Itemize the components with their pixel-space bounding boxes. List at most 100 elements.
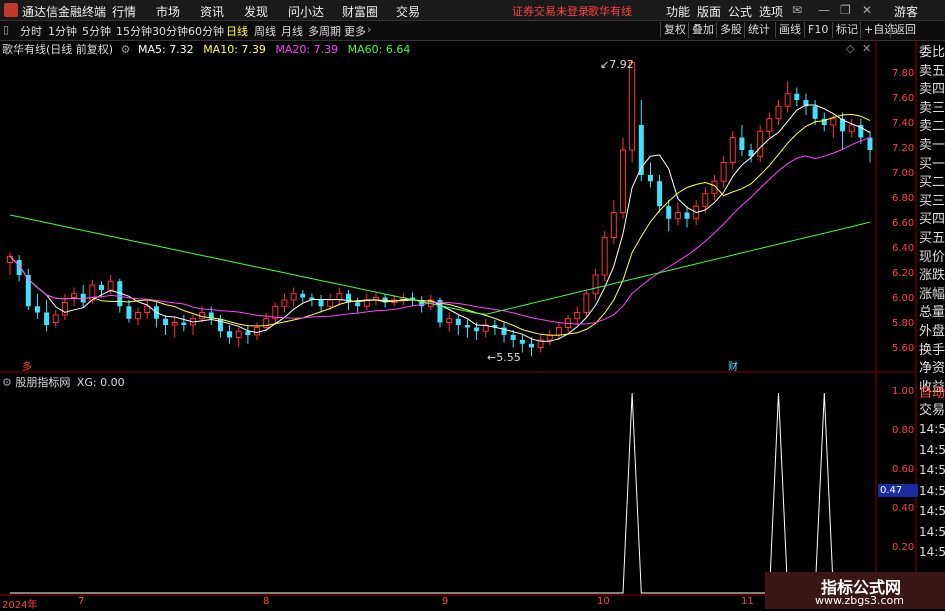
menu-news[interactable]: 资讯 xyxy=(200,3,224,20)
menu-hq[interactable]: 行情 xyxy=(112,3,136,20)
side-item[interactable]: 换手 xyxy=(919,343,945,359)
kline-chart[interactable] xyxy=(0,40,945,609)
side-item[interactable]: 净资 xyxy=(919,361,945,377)
btn-f10[interactable]: F10 xyxy=(804,22,831,38)
side-item[interactable]: 涨跌 xyxy=(919,268,945,284)
side-item[interactable]: 现价 xyxy=(919,250,945,266)
btn-stats[interactable]: 统计 xyxy=(744,22,773,38)
menu-function[interactable]: 功能 xyxy=(666,3,690,20)
close-icon[interactable]: ✕ xyxy=(862,3,872,17)
btn-back[interactable]: 返回 xyxy=(890,22,919,38)
side-item[interactable]: 卖二 xyxy=(919,119,945,135)
candle-body xyxy=(601,237,608,276)
trade-time: 14:56 xyxy=(919,483,945,498)
side-item[interactable]: 外盘 xyxy=(919,324,945,340)
indicator-current-value: 0.47 xyxy=(878,484,918,497)
candle-body xyxy=(674,212,681,220)
chevron-right-icon[interactable]: › xyxy=(367,23,371,36)
tf-daily[interactable]: 日线 xyxy=(226,23,248,39)
candle-body xyxy=(794,93,800,100)
menu-ask[interactable]: 问小达 xyxy=(288,3,324,20)
low-annotation: ←5.55 xyxy=(487,351,521,364)
btn-adjust[interactable]: 复权 xyxy=(660,22,689,38)
candle-body xyxy=(757,130,764,157)
indicator-settings-icon[interactable]: ⚙ xyxy=(2,376,12,389)
candles-group xyxy=(7,60,873,357)
login-status[interactable]: 证券交易未登录 xyxy=(512,3,589,19)
candle-body xyxy=(52,314,59,323)
candle-body xyxy=(263,318,270,328)
message-icon[interactable]: ✉ xyxy=(792,3,802,17)
side-item[interactable]: 买二 xyxy=(919,175,945,191)
btn-mark[interactable]: 标记 xyxy=(832,22,861,38)
tf-monthly[interactable]: 月线 xyxy=(281,23,303,39)
candle-body xyxy=(227,331,233,338)
btn-draw[interactable]: 画线 xyxy=(775,22,804,38)
trade-time: 14:56 xyxy=(919,463,945,477)
stock-name-top: 歌华有线 xyxy=(588,5,632,18)
tf-15min[interactable]: 15分钟 xyxy=(116,23,152,39)
trade-label[interactable]: 交易 xyxy=(919,403,945,419)
tf-multi[interactable]: 多周期 xyxy=(308,23,341,39)
tf-intraday[interactable]: 分时 xyxy=(20,23,42,39)
candle-body xyxy=(254,327,261,336)
btn-overlay[interactable]: 叠加 xyxy=(688,22,717,38)
trade-time: 14:56 xyxy=(919,442,945,457)
candle-body xyxy=(702,193,709,207)
menu-market[interactable]: 市场 xyxy=(156,3,180,20)
side-item[interactable]: 卖三 xyxy=(919,101,945,117)
auto-trade-label[interactable]: 自动 xyxy=(919,386,945,402)
user-label[interactable]: 游客 xyxy=(894,3,918,20)
menu-trade[interactable]: 交易 xyxy=(396,3,420,20)
marker-right: 财 xyxy=(728,362,738,373)
side-item[interactable]: 委比 xyxy=(919,45,945,61)
tf-30min[interactable]: 30分钟 xyxy=(152,23,188,39)
side-item[interactable]: 买五 xyxy=(919,231,945,247)
indicator-tick: 0.80 xyxy=(892,425,915,436)
side-item[interactable]: 买三 xyxy=(919,194,945,210)
indicator-group xyxy=(10,392,870,594)
btn-multi-stock[interactable]: 多股 xyxy=(716,22,745,38)
tf-5min[interactable]: 5分钟 xyxy=(82,23,111,39)
side-item[interactable]: 买一 xyxy=(919,157,945,173)
candle-body xyxy=(619,149,626,213)
date-month-7: 7 xyxy=(78,596,85,607)
candle-body xyxy=(848,124,855,132)
menu-options[interactable]: 选项 xyxy=(759,3,783,20)
candle-body xyxy=(245,331,251,335)
minimize-icon[interactable]: — xyxy=(818,3,830,17)
indicator-tick: 1.00 xyxy=(892,386,915,397)
candle-body xyxy=(464,325,470,328)
toolbar-toggle-icon[interactable]: ▯ xyxy=(3,23,9,36)
candle-body xyxy=(61,302,68,316)
menu-formula[interactable]: 公式 xyxy=(728,3,752,20)
candle-body xyxy=(44,312,50,325)
indicator-xg: XG: 0.00 xyxy=(76,376,125,389)
candle-body xyxy=(555,327,562,336)
menu-wealth[interactable]: 财富圈 xyxy=(342,3,378,20)
candle-body xyxy=(455,318,461,325)
side-item[interactable]: 卖五 xyxy=(919,64,945,80)
side-item[interactable]: 涨幅 xyxy=(919,287,945,303)
watermark-url: www.zbgs3.com xyxy=(815,594,904,607)
price-tick: 5.80 xyxy=(892,318,915,329)
tf-1min[interactable]: 1分钟 xyxy=(48,23,77,39)
restore-icon[interactable]: ❐ xyxy=(840,3,851,17)
menu-discover[interactable]: 发现 xyxy=(244,3,268,20)
price-tick: 6.60 xyxy=(892,218,915,229)
menu-layout[interactable]: 版面 xyxy=(697,3,721,20)
side-item[interactable]: 卖一 xyxy=(919,138,945,154)
candle-body xyxy=(71,293,78,298)
trade-time: 14:56 xyxy=(919,422,945,436)
tf-weekly[interactable]: 周线 xyxy=(254,23,276,39)
side-item[interactable]: 总量 xyxy=(919,305,945,321)
tf-60min[interactable]: 60分钟 xyxy=(188,23,224,39)
candle-body xyxy=(327,299,334,307)
candle-body xyxy=(107,280,114,291)
candle-body xyxy=(867,137,873,150)
side-item[interactable]: 卖四 xyxy=(919,82,945,98)
date-month-10: 10 xyxy=(597,596,610,607)
side-item[interactable]: 买四 xyxy=(919,212,945,228)
trade-time: 14:56 xyxy=(919,524,945,539)
tf-more[interactable]: 更多 xyxy=(344,23,366,39)
